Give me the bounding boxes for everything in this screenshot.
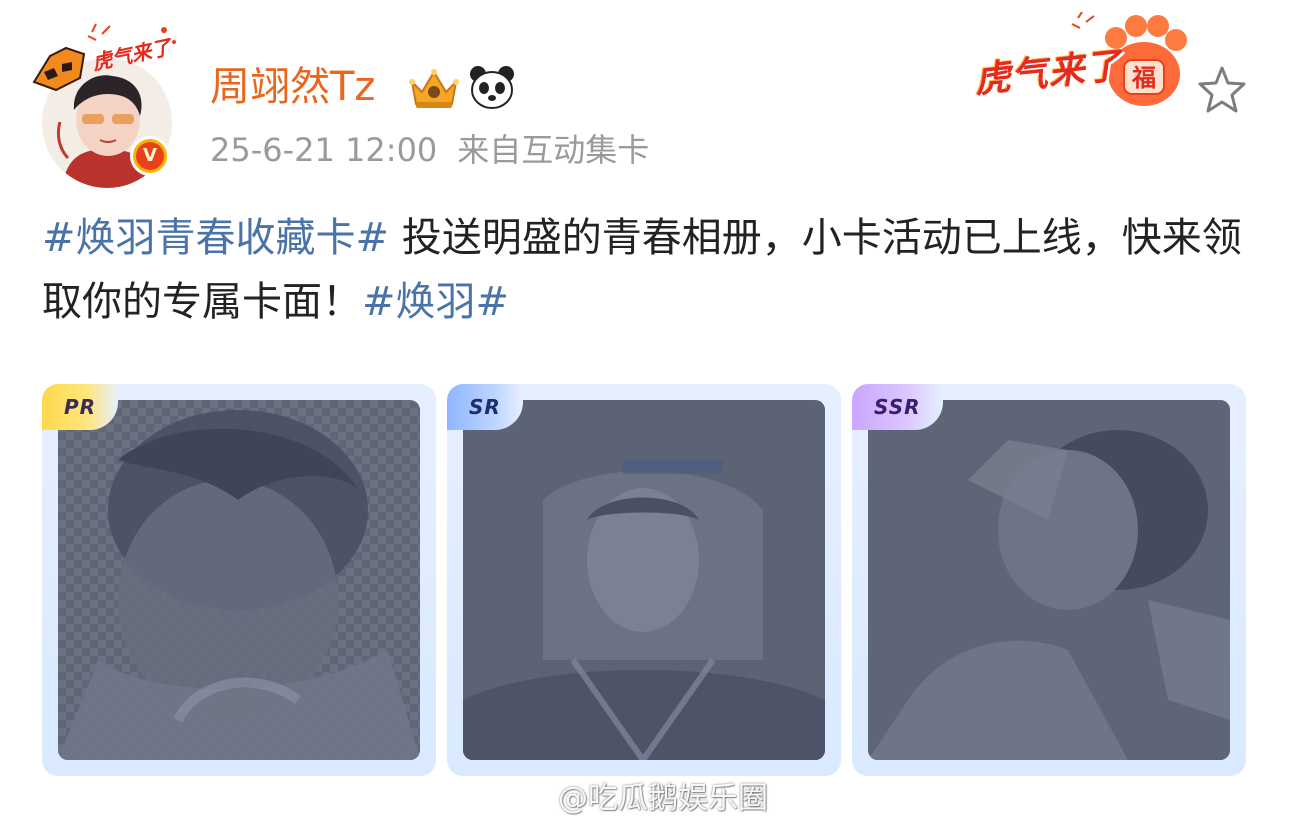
collection-card[interactable]: PR — [42, 384, 436, 776]
card-photo-illustration — [58, 410, 420, 760]
avatar-pendant-icon: 虎气来了 — [32, 23, 176, 92]
verified-mark: V — [136, 142, 164, 170]
card-photo — [58, 400, 420, 760]
author-name[interactable]: 周翊然Tz — [210, 62, 375, 112]
star-outline-icon[interactable] — [1196, 64, 1248, 116]
weibo-logo-icon — [510, 780, 552, 813]
hashtag-link[interactable]: #焕羽# — [362, 279, 509, 325]
card-photo — [868, 400, 1230, 760]
card-photo — [463, 400, 825, 760]
post-meta: 25-6-21 12:00 来自互动集卡 — [210, 128, 649, 172]
verified-badge: V — [130, 136, 170, 176]
rarity-tag-ssr: SSR — [852, 384, 943, 430]
collection-card[interactable]: SR — [447, 384, 841, 776]
rarity-tag-sr: SR — [447, 384, 523, 430]
watermark: @吃瓜鹅娱乐圈 — [510, 772, 768, 818]
post-timestamp[interactable]: 25-6-21 12:00 — [210, 131, 437, 169]
post-body: #焕羽青春收藏卡# 投送明盛的青春相册，小卡活动已上线，快来领取你的专属卡面！#… — [42, 206, 1252, 334]
hashtag-link[interactable]: #焕羽青春收藏卡# — [42, 215, 389, 261]
card-photo-illustration — [868, 400, 1230, 760]
paw-badge-char: 福 — [1131, 64, 1156, 92]
author-avatar-group[interactable]: 虎气来了 V — [32, 18, 188, 188]
rarity-tag-pr: PR — [42, 384, 119, 430]
collection-card[interactable]: SSR — [852, 384, 1246, 776]
watermark-text: @吃瓜鹅娱乐圈 — [558, 781, 768, 816]
avatar-pendant-label: 虎气来了 — [90, 34, 176, 75]
card-photo-illustration — [463, 400, 825, 760]
post-source[interactable]: 来自互动集卡 — [457, 131, 649, 169]
crown-badge-icon[interactable] — [406, 64, 462, 110]
panda-icon[interactable] — [468, 64, 516, 110]
festival-badge: 福 虎气来了 — [970, 10, 1200, 110]
